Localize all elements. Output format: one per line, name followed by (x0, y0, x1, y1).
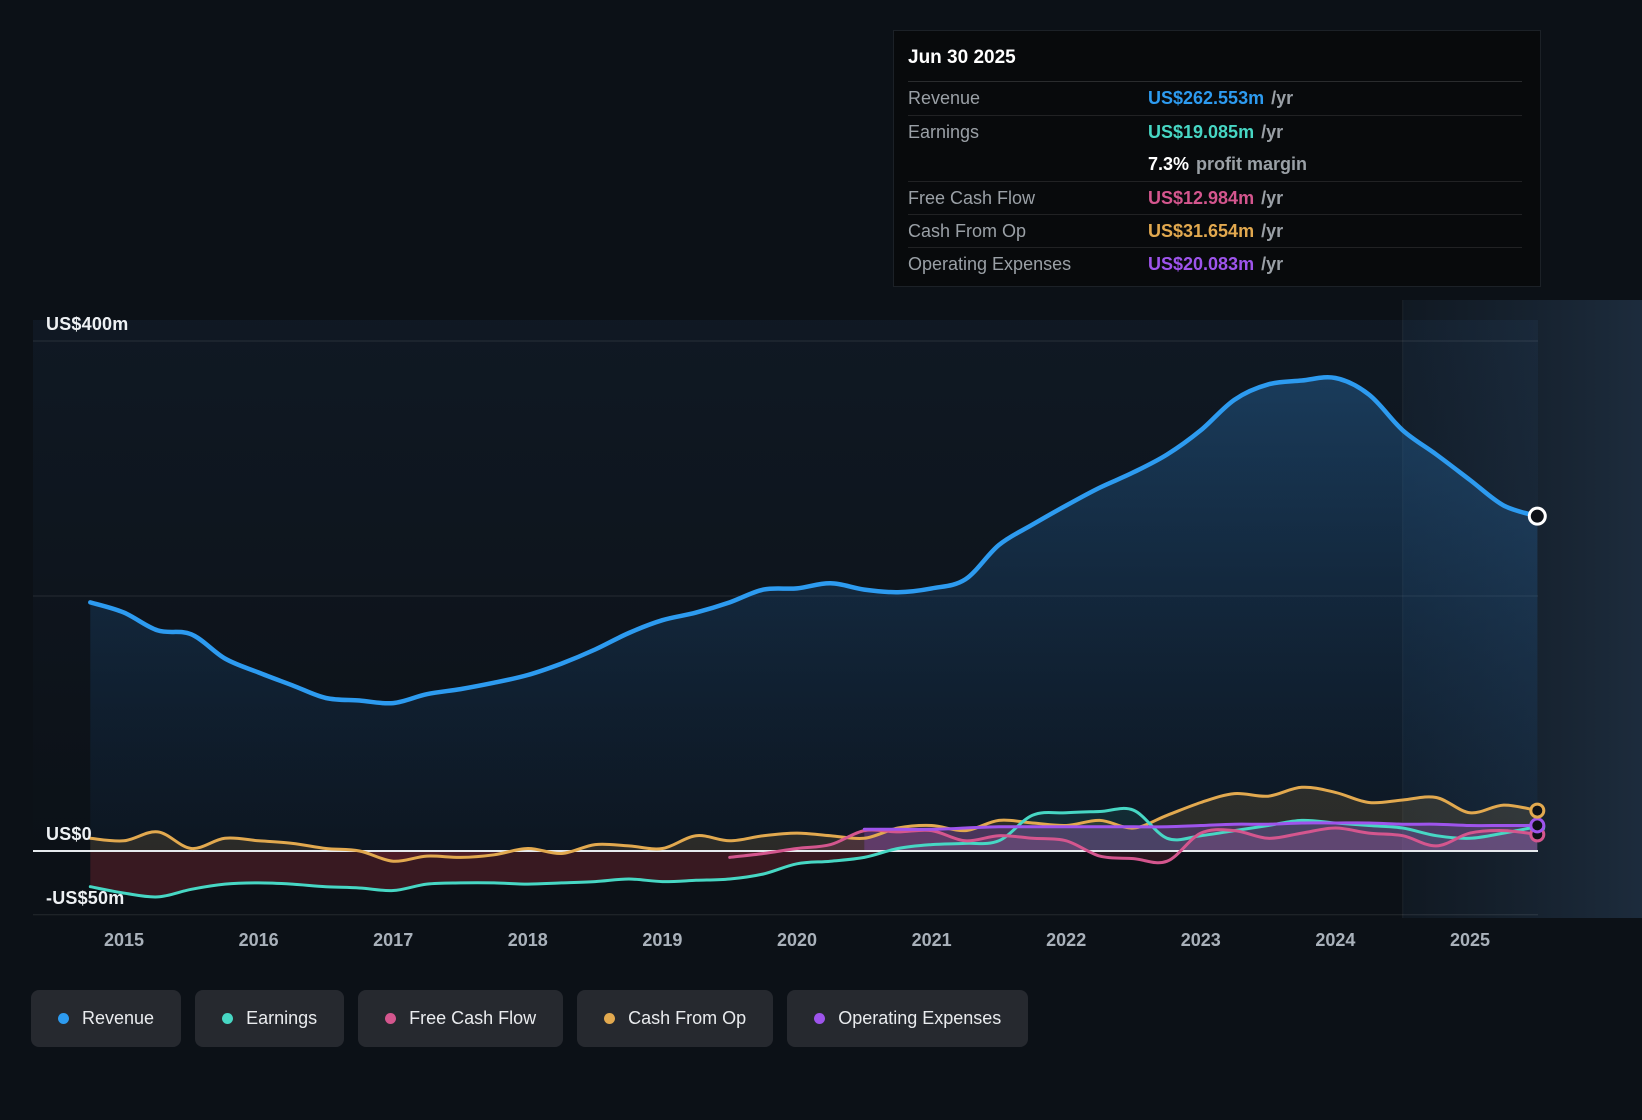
x-axis-label-2024: 2024 (1315, 930, 1356, 950)
tooltip-rows: Revenue US$262.553m/yr Earnings US$19.085m /… (908, 82, 1522, 280)
legend-label: Operating Expenses (838, 1008, 1002, 1028)
revenue-dot-icon (58, 1013, 69, 1024)
legend-item-opex[interactable]: Operating Expenses (787, 990, 1029, 1047)
legend-label: Earnings (246, 1008, 318, 1028)
legend-item-revenue[interactable]: Revenue (31, 990, 182, 1047)
y-axis-label: US$0 (46, 824, 92, 844)
legend: Revenue Earnings Free Cash Flow Cash From O… (31, 990, 1029, 1047)
tooltip-row-margin: 7.3% profit margin (908, 148, 1522, 181)
tooltip-row-value: US$20.083m (1148, 253, 1255, 274)
tooltip-row-label: Earnings (908, 121, 980, 142)
tooltip-row-opex: Operating Expenses US$20.083m/yr (908, 247, 1522, 280)
tooltip-row-revenue: Revenue US$262.553m/yr (908, 82, 1522, 115)
legend-label: Revenue (82, 1008, 155, 1028)
tooltip-row-earnings: Earnings US$19.085m/yr (908, 115, 1522, 148)
x-axis-label-2025: 2025 (1449, 930, 1491, 950)
tooltip-row-label: Revenue (908, 88, 981, 108)
tooltip-row-label: Operating Expenses (908, 253, 1072, 274)
tooltip-row-suffix: /yr (1261, 187, 1284, 208)
legend-label: Free Cash Flow (409, 1008, 537, 1028)
x-axis-label-2022: 2022 (1046, 930, 1087, 950)
opex-end-marker (1529, 817, 1546, 834)
earnings-revenue-history-chart: US$400m US$0 -US$50m 2015 2016 2017 2018 2019 2… (0, 0, 1642, 1120)
tooltip-row-suffix: /yr (1261, 253, 1284, 274)
y-axis-label: US$400m (46, 314, 129, 334)
tooltip-row-cashop: Cash From Op US$31.654m/yr (908, 214, 1522, 247)
opex-dot-icon (814, 1013, 826, 1024)
tooltip-row-suffix: /yr (1261, 220, 1284, 241)
earnings-dot-icon (222, 1013, 234, 1024)
fcf-dot-icon (385, 1013, 397, 1024)
cashop-dot-icon (604, 1013, 616, 1024)
legend-item-cashop[interactable]: Cash From Op (577, 990, 774, 1047)
tooltip-row-label: Cash From Op (908, 220, 1027, 241)
x-axis-label-2017: 2017 (373, 930, 414, 950)
revenue-end-marker (1527, 506, 1547, 526)
tooltip-row-suffix: /yr (1271, 88, 1294, 108)
legend-label: Cash From Op (628, 1008, 747, 1028)
legend-item-fcf[interactable]: Free Cash Flow (358, 990, 564, 1047)
tooltip-row-value: US$262.553m (1148, 88, 1265, 108)
tooltip-row-label: Free Cash Flow (908, 187, 1036, 208)
tooltip-row-fcf: Free Cash Flow US$12.984m/yr (908, 181, 1522, 214)
cashop-end-marker (1529, 802, 1546, 819)
tooltip-row-value: 7.3% (1148, 154, 1190, 174)
x-axis-label-2021: 2021 (911, 930, 952, 950)
tooltip-date: Jun 30 2025 (908, 37, 1522, 82)
tooltip-row-value: US$19.085m (1148, 121, 1255, 142)
x-axis-label-2018: 2018 (507, 930, 548, 950)
tooltip-row-suffix: profit margin (1196, 154, 1308, 174)
y-axis-label: -US$50m (46, 887, 125, 908)
x-axis-label-2016: 2016 (238, 930, 279, 950)
tooltip-row-value: US$31.654m (1148, 220, 1255, 241)
x-axis-label-2020: 2020 (776, 930, 818, 950)
x-axis-label-2019: 2019 (642, 930, 683, 950)
x-axis-label-2023: 2023 (1180, 930, 1221, 950)
chart-tooltip: Jun 30 2025 Revenue US$262.553m/yr Earning… (893, 30, 1541, 287)
legend-item-earnings[interactable]: Earnings (195, 990, 345, 1047)
tooltip-row-value: US$12.984m (1148, 187, 1255, 208)
x-axis-label-2015: 2015 (103, 930, 145, 950)
tooltip-row-suffix: /yr (1261, 121, 1284, 142)
